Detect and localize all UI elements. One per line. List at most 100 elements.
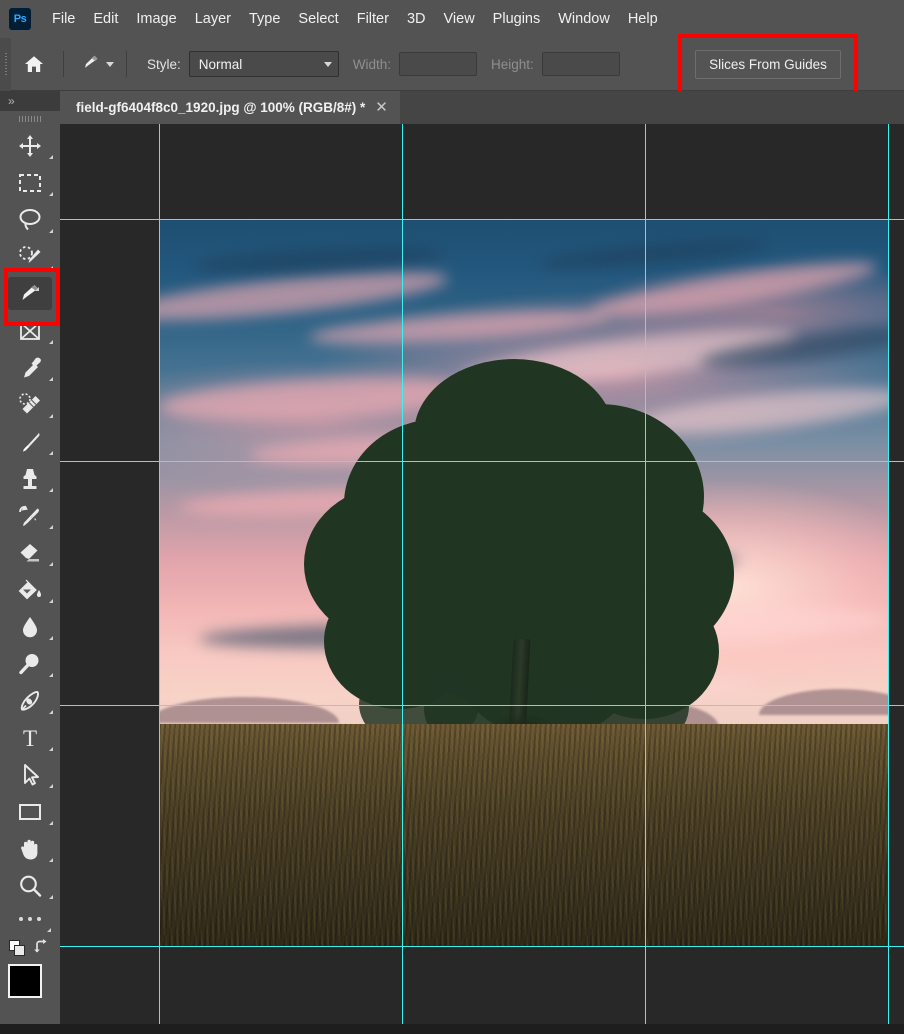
tool-flyout-indicator (49, 377, 53, 381)
tool-gradient[interactable] (0, 571, 60, 608)
horizontal-guide[interactable] (60, 705, 904, 706)
height-input[interactable] (541, 52, 620, 76)
tool-type[interactable]: T (0, 719, 60, 756)
slice-knife-icon (22, 284, 38, 300)
tool-flyout-indicator (49, 895, 53, 899)
menu-item-filter[interactable]: Filter (348, 7, 398, 31)
tool-flyout-indicator (49, 229, 53, 233)
quick-selection-icon (19, 245, 41, 263)
default-colors-icon[interactable] (9, 940, 26, 957)
options-bar-drag-handle[interactable] (0, 37, 11, 91)
tool-blur[interactable] (0, 608, 60, 645)
foreground-color-swatch[interactable] (8, 964, 42, 998)
tool-lasso[interactable] (0, 201, 60, 238)
document-tab[interactable]: field-gf6404f8c0_1920.jpg @ 100% (RGB/8#… (60, 91, 400, 124)
document-tab-title: field-gf6404f8c0_1920.jpg @ 100% (RGB/8#… (76, 100, 366, 115)
photoshop-logo: Ps (9, 8, 31, 30)
tool-hand[interactable] (0, 830, 60, 867)
tool-flyout-indicator (49, 525, 53, 529)
vertical-guide[interactable] (402, 124, 403, 1024)
horizontal-guide[interactable] (60, 461, 904, 462)
tool-flyout-indicator (49, 784, 53, 788)
canvas-area[interactable] (60, 124, 904, 1024)
tool-flyout-indicator (49, 599, 53, 603)
tool-eraser[interactable] (0, 534, 60, 571)
tool-flyout-indicator (49, 747, 53, 751)
tool-path-selection[interactable] (0, 756, 60, 793)
menu-bar: Ps File Edit Image Layer Type Select Fil… (0, 0, 904, 38)
slice-tool-icon (76, 51, 102, 77)
paint-bucket-icon (18, 579, 41, 599)
svg-text:T: T (23, 726, 37, 751)
tool-flyout-indicator (49, 192, 53, 196)
tool-rectangle[interactable] (0, 793, 60, 830)
eraser-icon (20, 543, 39, 561)
tool-clone-stamp[interactable] (0, 460, 60, 497)
tool-frame[interactable] (0, 312, 60, 349)
menu-item-file[interactable]: File (43, 7, 84, 31)
tool-flyout-indicator (49, 266, 53, 270)
divider (126, 51, 127, 77)
swap-colors-icon[interactable] (33, 938, 51, 956)
tool-history-brush[interactable] (0, 497, 60, 534)
menu-item-layer[interactable]: Layer (186, 7, 240, 31)
document-image[interactable] (159, 219, 889, 946)
tool-move[interactable] (0, 127, 60, 164)
frame-icon (20, 321, 40, 340)
tool-flyout-indicator (49, 414, 53, 418)
style-select-value: Normal (198, 56, 243, 72)
dodge-icon (19, 653, 39, 674)
pen-nib-icon (20, 690, 39, 711)
tool-eyedropper[interactable] (0, 349, 60, 386)
style-select[interactable]: Normal (188, 51, 339, 77)
tool-spot-healing-brush[interactable] (0, 386, 60, 423)
vertical-guide[interactable] (645, 124, 646, 1024)
toolbar-drag-handle[interactable] (0, 111, 60, 127)
water-drop-icon (23, 616, 37, 637)
tool-preset-picker[interactable] (70, 51, 120, 77)
tool-flyout-indicator (49, 673, 53, 677)
tool-flyout-indicator (49, 636, 53, 640)
menu-item-image[interactable]: Image (127, 7, 185, 31)
tool-flyout-indicator (49, 488, 53, 492)
tool-object-selection[interactable] (0, 238, 60, 275)
tool-flyout-indicator (49, 340, 53, 344)
more-tools-button[interactable] (0, 904, 60, 934)
tool-flyout-indicator (35, 286, 39, 291)
tool-rectangular-marquee[interactable] (0, 164, 60, 201)
magnifier-icon (20, 875, 42, 897)
divider (63, 51, 64, 77)
slices-from-guides-button[interactable]: Slices From Guides (695, 50, 841, 79)
clone-stamp-icon (23, 468, 37, 489)
tool-zoom[interactable] (0, 867, 60, 904)
tool-pen[interactable] (0, 682, 60, 719)
horizontal-guide[interactable] (60, 219, 904, 220)
menu-item-window[interactable]: Window (549, 7, 619, 31)
menu-item-type[interactable]: Type (240, 7, 289, 31)
menu-item-3d[interactable]: 3D (398, 7, 435, 31)
ellipsis-icon (19, 917, 23, 921)
home-button[interactable] (11, 38, 57, 91)
menu-item-help[interactable]: Help (619, 7, 667, 31)
distant-treeline (759, 689, 889, 715)
menu-item-plugins[interactable]: Plugins (484, 7, 550, 31)
tool-dodge[interactable] (0, 645, 60, 682)
menu-item-select[interactable]: Select (289, 7, 347, 31)
toolbar-collapse-button[interactable]: » (0, 91, 60, 111)
tool-brush[interactable] (0, 423, 60, 460)
menu-item-edit[interactable]: Edit (84, 7, 127, 31)
tool-slice[interactable] (0, 275, 60, 312)
eyedropper-icon (24, 357, 41, 377)
vertical-guide[interactable] (888, 124, 889, 1024)
menu-item-view[interactable]: View (435, 7, 484, 31)
vertical-guide[interactable] (159, 124, 160, 1024)
horizontal-guide[interactable] (60, 946, 904, 947)
history-brush-icon (19, 505, 39, 526)
close-icon[interactable]: ✕ (375, 100, 388, 115)
barley-field (159, 724, 889, 946)
brush-icon (23, 432, 40, 451)
text-t-icon: T (23, 726, 37, 751)
width-input[interactable] (399, 52, 478, 76)
tool-flyout-indicator (49, 451, 53, 455)
tool-flyout-indicator (49, 155, 53, 159)
